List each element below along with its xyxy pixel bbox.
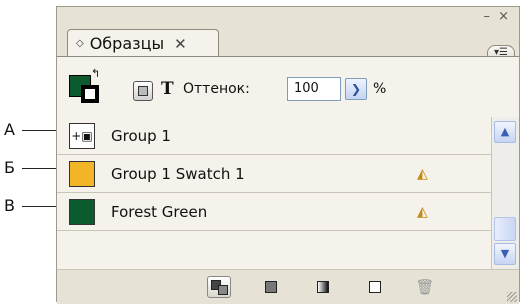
diamond-icon: ◇ [76,38,84,49]
swap-icon[interactable]: ↰ [91,67,100,80]
fill-stroke-icon[interactable]: ↰ [69,67,103,105]
show-color-swatches-icon[interactable] [259,276,283,298]
panel-body: ↰ T Оттенок: 100 ❯ % +▣ Group 1 Group 1 … [57,56,519,304]
color-mode-icon: ◭ [417,203,428,220]
callout-letter: Б [4,158,15,177]
swatch-list: +▣ Group 1 Group 1 Swatch 1 ◭ Forest Gre… [57,117,491,269]
show-gradient-swatches-icon[interactable] [311,276,335,298]
scroll-up-icon[interactable]: ▲ [494,121,516,143]
swatch-row[interactable]: Forest Green ◭ [57,193,491,231]
swatches-panel: – × ◇ Образцы ✕ ▾☰ ↰ T Оттенок: 100 ❯ % … [56,6,520,304]
resize-grip-icon[interactable] [507,292,517,302]
empty-row [57,231,491,269]
callout-c: В [0,196,58,216]
scroll-thumb[interactable] [494,217,516,241]
trash-icon[interactable]: 🗑 [413,276,437,298]
tint-slider-arrow-icon[interactable]: ❯ [345,78,367,100]
swatch-name: Group 1 [111,126,171,145]
formatting-text-button[interactable]: T [161,79,174,99]
icon-glyph [265,281,277,293]
icon-glyph [218,285,228,295]
stroke-swatch[interactable] [81,85,99,103]
icon-glyph [317,281,329,293]
close-icon[interactable]: ✕ [174,35,187,53]
tint-label: Оттенок: [183,81,250,97]
callout-b: Б [0,158,58,178]
tab-swatches[interactable]: ◇ Образцы ✕ [67,29,219,57]
swatch-row[interactable]: Group 1 Swatch 1 ◭ [57,155,491,193]
swatch-name: Group 1 Swatch 1 [111,164,245,183]
callout-line [22,206,56,207]
window-controls[interactable]: – × [483,9,511,24]
swatch-row-group[interactable]: +▣ Group 1 [57,117,491,155]
swatch-name: Forest Green [111,202,208,221]
vertical-scrollbar[interactable]: ▲ ▼ [491,117,519,269]
tab-label: Образцы [89,34,165,53]
new-swatch-icon[interactable] [363,276,387,298]
bottom-toolbar: 🗑 [57,269,519,304]
swatch-color-chip [69,160,95,187]
group-icon: +▣ [69,122,95,149]
icon-glyph [369,281,381,293]
swatch-color-chip [69,198,95,225]
scroll-down-icon[interactable]: ▼ [494,243,516,265]
formatting-container-button[interactable] [133,81,153,101]
tint-input[interactable]: 100 [287,77,341,101]
tint-unit: % [373,81,387,97]
show-all-swatches-icon[interactable] [207,276,231,298]
callout-line [22,168,56,169]
color-mode-icon: ◭ [417,165,428,182]
callout-letter: В [4,196,15,215]
callout-a: А [0,120,58,140]
callout-line [22,130,56,131]
callout-letter: А [4,120,15,139]
